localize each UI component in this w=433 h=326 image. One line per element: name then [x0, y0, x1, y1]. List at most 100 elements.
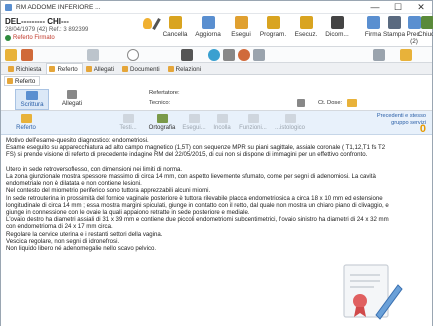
paste-button[interactable]: Incolla — [209, 114, 235, 131]
previous-text: Precedenti e stesso gruppo servizi — [376, 113, 426, 126]
users-icon[interactable] — [400, 49, 412, 61]
patient-details: 28/04/1979 (42) Ref.: 3 892399 — [5, 27, 89, 33]
write-icon — [26, 91, 38, 100]
dose-label: Ct. Dose: — [318, 100, 343, 106]
execution-icon — [299, 16, 313, 29]
chiudi-button[interactable]: Chiudi — [418, 16, 433, 46]
refresh-icon — [201, 16, 215, 29]
report-icon — [7, 78, 13, 84]
report-line: In sede retrouterina in prossimità del f… — [6, 194, 383, 202]
folder-icon[interactable] — [87, 49, 99, 61]
report-line: Non liquido libero né adenomegalie nello… — [6, 245, 157, 253]
functions-button[interactable]: Funzioni... — [237, 114, 269, 131]
report-panel: Scrittura Allegati Refertatore: Tecnico:… — [1, 87, 432, 111]
texts-icon — [122, 114, 134, 123]
certificate-icon — [343, 264, 403, 320]
spellcheck-icon — [156, 114, 168, 123]
previous-count: 0 — [419, 123, 426, 135]
refertatore-label: Refertatore: — [149, 90, 180, 96]
paste-label: Incolla — [213, 125, 231, 131]
toolbar-button-label: Cancella — [162, 31, 188, 38]
previous-panel[interactable]: Precedenti e stesso gruppo servizi 0 — [366, 113, 426, 135]
user-icon[interactable] — [21, 49, 33, 61]
attachments-icon — [67, 90, 77, 99]
toolbar-button-label: Esecuz. — [294, 31, 318, 38]
image-icon[interactable] — [181, 49, 193, 61]
tab-relazioni[interactable]: Relazioni — [165, 63, 206, 74]
report-line: Motivo dell'esame-quesito diagnostico: e… — [6, 137, 149, 144]
title-bar: RM ADDOME INFERIORE ... — ☐ ✕ — [1, 1, 432, 14]
tools-icon[interactable] — [373, 49, 385, 61]
program-button[interactable]: Program. — [259, 16, 287, 46]
tab-strip: Richiesta Referto Allegati Documenti Relazio… — [1, 63, 432, 75]
report-line: La zona giunzionale mostra spessore mass… — [6, 173, 376, 180]
histology-button[interactable]: ...istologico — [271, 114, 309, 131]
cancella-button[interactable]: Cancella — [161, 16, 189, 46]
report-window: RM ADDOME INFERIORE ... — ☐ ✕ DEL-------… — [0, 0, 433, 326]
tecnico-label: Tecnico: — [149, 100, 171, 106]
tab-icon — [122, 66, 129, 72]
spellcheck-button[interactable]: Ortografia — [145, 114, 179, 131]
secondary-toolbar — [1, 47, 432, 63]
report-line: Utero in sede retroversoflesso, con dime… — [6, 165, 183, 173]
toolbar-button-label: Aggiorna — [195, 31, 221, 38]
toolbar-button-label: Esegui — [231, 31, 251, 38]
tab-label: Referto — [57, 65, 78, 73]
refresh-small-icon[interactable] — [238, 49, 250, 61]
home-icon[interactable] — [5, 49, 17, 61]
patient-info: DEL--------- CHI--- 28/04/1979 (42) Ref.… — [5, 17, 155, 41]
cancel-icon — [168, 16, 182, 29]
execute-format-button[interactable]: Esegui... — [181, 114, 207, 131]
toolbar-button-label: Firma — [364, 31, 382, 38]
check-icon — [5, 35, 11, 41]
dose-value-icon[interactable] — [347, 99, 357, 107]
clock-icon[interactable] — [127, 49, 139, 61]
app-icon — [5, 3, 12, 11]
tab-allegati[interactable]: Allegati — [83, 63, 119, 74]
maximize-button[interactable]: ☐ — [387, 1, 409, 14]
scan-icon[interactable] — [253, 49, 265, 61]
aggiorna-button[interactable]: Aggiorna — [194, 16, 222, 46]
report-line: FS) si prende visione di referto di prec… — [6, 151, 368, 159]
sign-icon — [366, 16, 380, 29]
write-button[interactable]: Scrittura — [15, 89, 49, 110]
stampa-button[interactable]: Stampa — [380, 16, 408, 46]
report-line: Vescica regolare, non segni di idronefro… — [6, 237, 120, 245]
tab-referto[interactable]: Referto — [46, 63, 83, 74]
main-toolbar: DEL--------- CHI--- 28/04/1979 (42) Ref.… — [1, 14, 433, 47]
print-icon — [387, 16, 401, 29]
subtab-referto[interactable]: Referto — [4, 76, 41, 86]
spellcheck-label: Ortografia — [148, 125, 176, 131]
program-icon — [266, 16, 280, 29]
attachments-button[interactable]: Allegati — [55, 89, 89, 110]
minimize-button[interactable]: — — [364, 1, 386, 14]
tab-label: Relazioni — [175, 65, 202, 73]
toolbar-button-label: Stampa — [382, 31, 406, 38]
window-title: RM ADDOME INFERIORE ... — [16, 3, 101, 11]
report-tab-button[interactable]: Referto — [11, 114, 41, 131]
report-status: Referto Firmato — [5, 35, 155, 41]
patient-name: DEL--------- CHI--- — [5, 17, 69, 26]
tab-icon — [8, 66, 14, 72]
report-line: Esame eseguito su apparecchiatura ad alt… — [6, 144, 386, 152]
execute-format-label: Esegui... — [182, 125, 206, 131]
close-button[interactable]: ✕ — [410, 1, 432, 14]
texts-button[interactable]: Testi... — [115, 114, 141, 131]
texts-label: Testi... — [119, 125, 137, 131]
esecuz-button[interactable]: Esecuz. — [292, 16, 320, 46]
functions-label: Funzioni... — [239, 125, 267, 131]
toolbar-button-label: Dicom... — [325, 31, 349, 38]
dicom-button[interactable]: Dicom... — [323, 16, 351, 46]
dose-icon — [297, 99, 305, 107]
report-line: giunge in connessione con le ovaie la qu… — [6, 209, 250, 217]
esegui-button[interactable]: Esegui — [227, 16, 255, 46]
report-line: Nel contesto del miometrio periferico so… — [6, 187, 211, 195]
histology-icon — [284, 114, 296, 123]
tab-documenti[interactable]: Documenti — [119, 63, 165, 74]
toolbar-button-label: Chiudi — [418, 31, 433, 38]
bulb-icon[interactable] — [143, 18, 152, 29]
globe-icon[interactable] — [208, 49, 220, 61]
tab-label: Richiesta — [16, 65, 42, 73]
settings-icon[interactable] — [223, 49, 235, 61]
tab-richiesta[interactable]: Richiesta — [5, 63, 46, 74]
